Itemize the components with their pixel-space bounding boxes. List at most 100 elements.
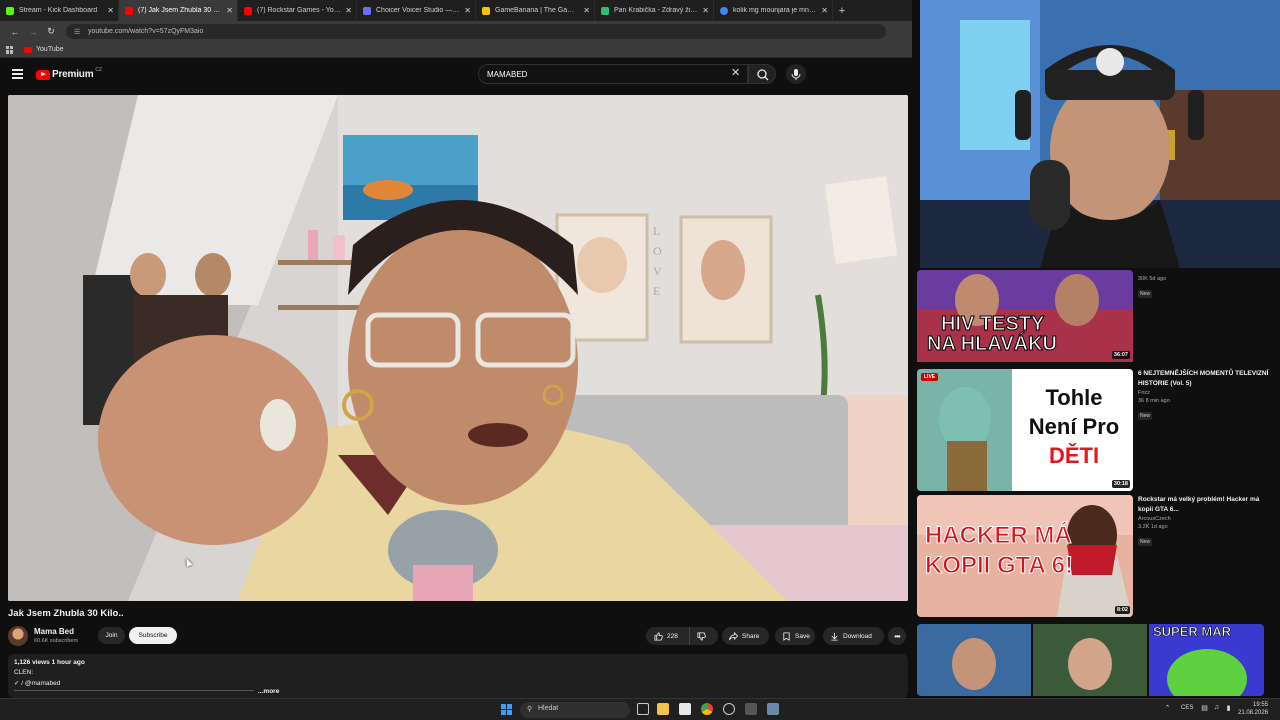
input-language[interactable]: CES — [1181, 705, 1193, 711]
clock[interactable]: 19:55 21.08.2026 — [1238, 701, 1268, 717]
thumbnail-text: DĚTI — [1048, 443, 1100, 468]
subscribe-button[interactable]: Subscribe — [129, 627, 177, 644]
close-icon[interactable]: ✕ — [226, 6, 233, 15]
channel-name[interactable]: Mama Bed — [34, 627, 74, 636]
forward-icon[interactable]: → — [24, 27, 42, 37]
duration-badge: 36:07 — [1111, 351, 1130, 359]
address-bar-row: ← → ↻ ☰ youtube.com/watch?v=57zQyFM3aio — [0, 21, 920, 42]
thumbnail-text: KOPII GTA 6! — [924, 552, 1074, 580]
bookmarks-bar: YouTube — [0, 42, 920, 58]
share-button[interactable]: Share — [722, 627, 769, 645]
tab-gamebanana[interactable]: GameBanana | The Game Mode ✕ — [476, 0, 595, 21]
subscriber-count: 60.6K subscribers — [34, 638, 79, 644]
tab-label: Choicer Voicer Studio — Free C — [376, 7, 461, 14]
recommendation-title: 6 NEJTEMNĚJŠÍCH MOMENTŮ TELEVIZNÍ HISTOR… — [1138, 370, 1269, 387]
search-button[interactable] — [748, 64, 776, 84]
url-field[interactable]: ☰ youtube.com/watch?v=57zQyFM3aio — [66, 24, 886, 39]
dislike-button[interactable] — [690, 627, 716, 645]
windows-start-icon[interactable] — [501, 704, 512, 715]
channel-avatar[interactable] — [8, 626, 28, 646]
download-button[interactable]: Download — [823, 627, 884, 645]
voice-search-button[interactable] — [786, 64, 806, 84]
thumbnail-text: Tohle — [1045, 385, 1103, 410]
link-prefix: ✓ / — [14, 680, 25, 687]
site-info-icon[interactable]: ☰ — [74, 28, 82, 36]
view-count-date: 3.2K 1d ago — [1138, 524, 1168, 530]
tab-pan-krabicka[interactable]: Pan Krabička - Zdravý životní st ✕ — [595, 0, 714, 21]
recommendation-info[interactable]: 6 NEJTEMNĚJŠÍCH MOMENTŮ TELEVIZNÍ HISTOR… — [1138, 369, 1274, 422]
recommendation-thumbnail[interactable]: HACKER MÁ KOPII GTA 6! 8:02 — [917, 495, 1133, 617]
chrome-icon[interactable] — [701, 703, 713, 715]
close-icon[interactable]: ✕ — [464, 6, 471, 15]
clock-date: 21.08.2026 — [1238, 710, 1269, 716]
taskbar-search[interactable]: ⚲ Hledat — [520, 702, 630, 718]
task-view-icon[interactable] — [637, 703, 649, 715]
save-button[interactable]: Save — [775, 627, 815, 645]
recommendation-info[interactable]: Rockstar má velký problém! Hacker má kop… — [1138, 495, 1274, 548]
download-label: Download — [843, 632, 872, 640]
svg-text:E: E — [653, 284, 660, 298]
menu-icon[interactable] — [12, 69, 23, 79]
microphone-icon — [791, 69, 801, 80]
join-button[interactable]: Join — [98, 627, 125, 644]
save-label: Save — [795, 632, 810, 640]
bookmark-youtube[interactable]: YouTube — [36, 46, 64, 53]
leaf-icon — [601, 6, 609, 15]
share-label: Share — [742, 632, 760, 640]
show-more-link[interactable]: ...more — [258, 688, 279, 695]
bookmark-icon — [783, 631, 790, 641]
clear-search-icon[interactable]: ✕ — [731, 67, 740, 79]
description-box[interactable]: 1,126 views 1 hour ago CLEN: ✓ / @mamabe… — [8, 654, 908, 698]
search-icon — [757, 69, 769, 81]
apps-icon[interactable] — [6, 45, 14, 54]
live-badge: LIVE — [921, 373, 939, 381]
more-actions-button[interactable]: ••• — [888, 627, 906, 645]
chevron-up-icon[interactable]: ⌃ — [1163, 704, 1172, 713]
banana-icon — [482, 6, 490, 15]
network-icon[interactable]: ▤ — [1200, 704, 1209, 713]
volume-icon[interactable]: ♫ — [1212, 704, 1221, 713]
close-icon[interactable]: ✕ — [583, 6, 590, 15]
svg-text:V: V — [653, 264, 662, 278]
recommendation-channel: Frizz — [1138, 390, 1150, 396]
reload-icon[interactable]: ↻ — [42, 26, 60, 37]
video-player[interactable]: L O V E — [8, 95, 908, 601]
close-icon[interactable]: ✕ — [821, 6, 828, 15]
thumbs-up-icon — [654, 631, 663, 641]
thumbnail-text: HACKER MÁ — [924, 522, 1072, 550]
tab-label: kolik mg mounjara je mnax - Go — [733, 7, 817, 14]
tab-rockstar-youtube[interactable]: (7) Rockstar Games - YouTube ✕ — [238, 0, 357, 21]
youtube-icon — [24, 46, 32, 53]
taskbar-search-placeholder: Hledat — [538, 705, 559, 712]
close-icon[interactable]: ✕ — [702, 6, 709, 15]
like-button[interactable]: 228 — [646, 627, 690, 645]
webcam-frame — [920, 0, 1280, 268]
close-icon[interactable]: ✕ — [107, 6, 114, 15]
tab-youtube-video[interactable]: (7) Jak Jsem Zhubla 30 Kilo.. - Y ✕ — [119, 0, 238, 21]
like-count: 228 — [667, 632, 678, 640]
store-icon[interactable] — [679, 703, 691, 715]
back-icon[interactable]: ← — [6, 27, 24, 37]
new-tab-button[interactable]: + — [833, 0, 851, 21]
youtube-icon — [244, 6, 252, 15]
game-bar-icon[interactable] — [745, 703, 757, 715]
recommendation-info[interactable]: 30K 5d ago New — [1138, 274, 1274, 300]
battery-icon[interactable]: ▮ — [1224, 704, 1233, 713]
settings-icon[interactable] — [723, 703, 735, 715]
channel-handle-link[interactable]: @mamabed — [25, 680, 61, 687]
recommendation-thumbnail[interactable]: SUPER MAR — [917, 624, 1264, 696]
tab-choicer-voicer[interactable]: Choicer Voicer Studio — Free C ✕ — [357, 0, 476, 21]
video-frame: L O V E — [8, 95, 908, 601]
tab-google-search[interactable]: kolik mg mounjara je mnax - Go ✕ — [714, 0, 833, 21]
calculator-icon[interactable] — [767, 703, 779, 715]
logo-word: Premium — [52, 69, 94, 80]
close-icon[interactable]: ✕ — [345, 6, 352, 15]
tab-kick-dashboard[interactable]: Stream - Kick Dashboard ✕ — [0, 0, 119, 21]
clock-time: 19:55 — [1253, 702, 1269, 708]
youtube-premium-logo[interactable]: Premium CZ — [36, 67, 102, 80]
youtube-masthead: Premium CZ MAMABED ✕ — [0, 59, 920, 91]
search-input[interactable]: MAMABED — [478, 64, 748, 84]
recommendation-thumbnail[interactable]: Tohle Není Pro DĚTI LIVE 30:18 — [917, 369, 1133, 491]
thumbnail-text: SUPER MAR — [1153, 624, 1232, 639]
file-explorer-icon[interactable] — [657, 703, 669, 715]
